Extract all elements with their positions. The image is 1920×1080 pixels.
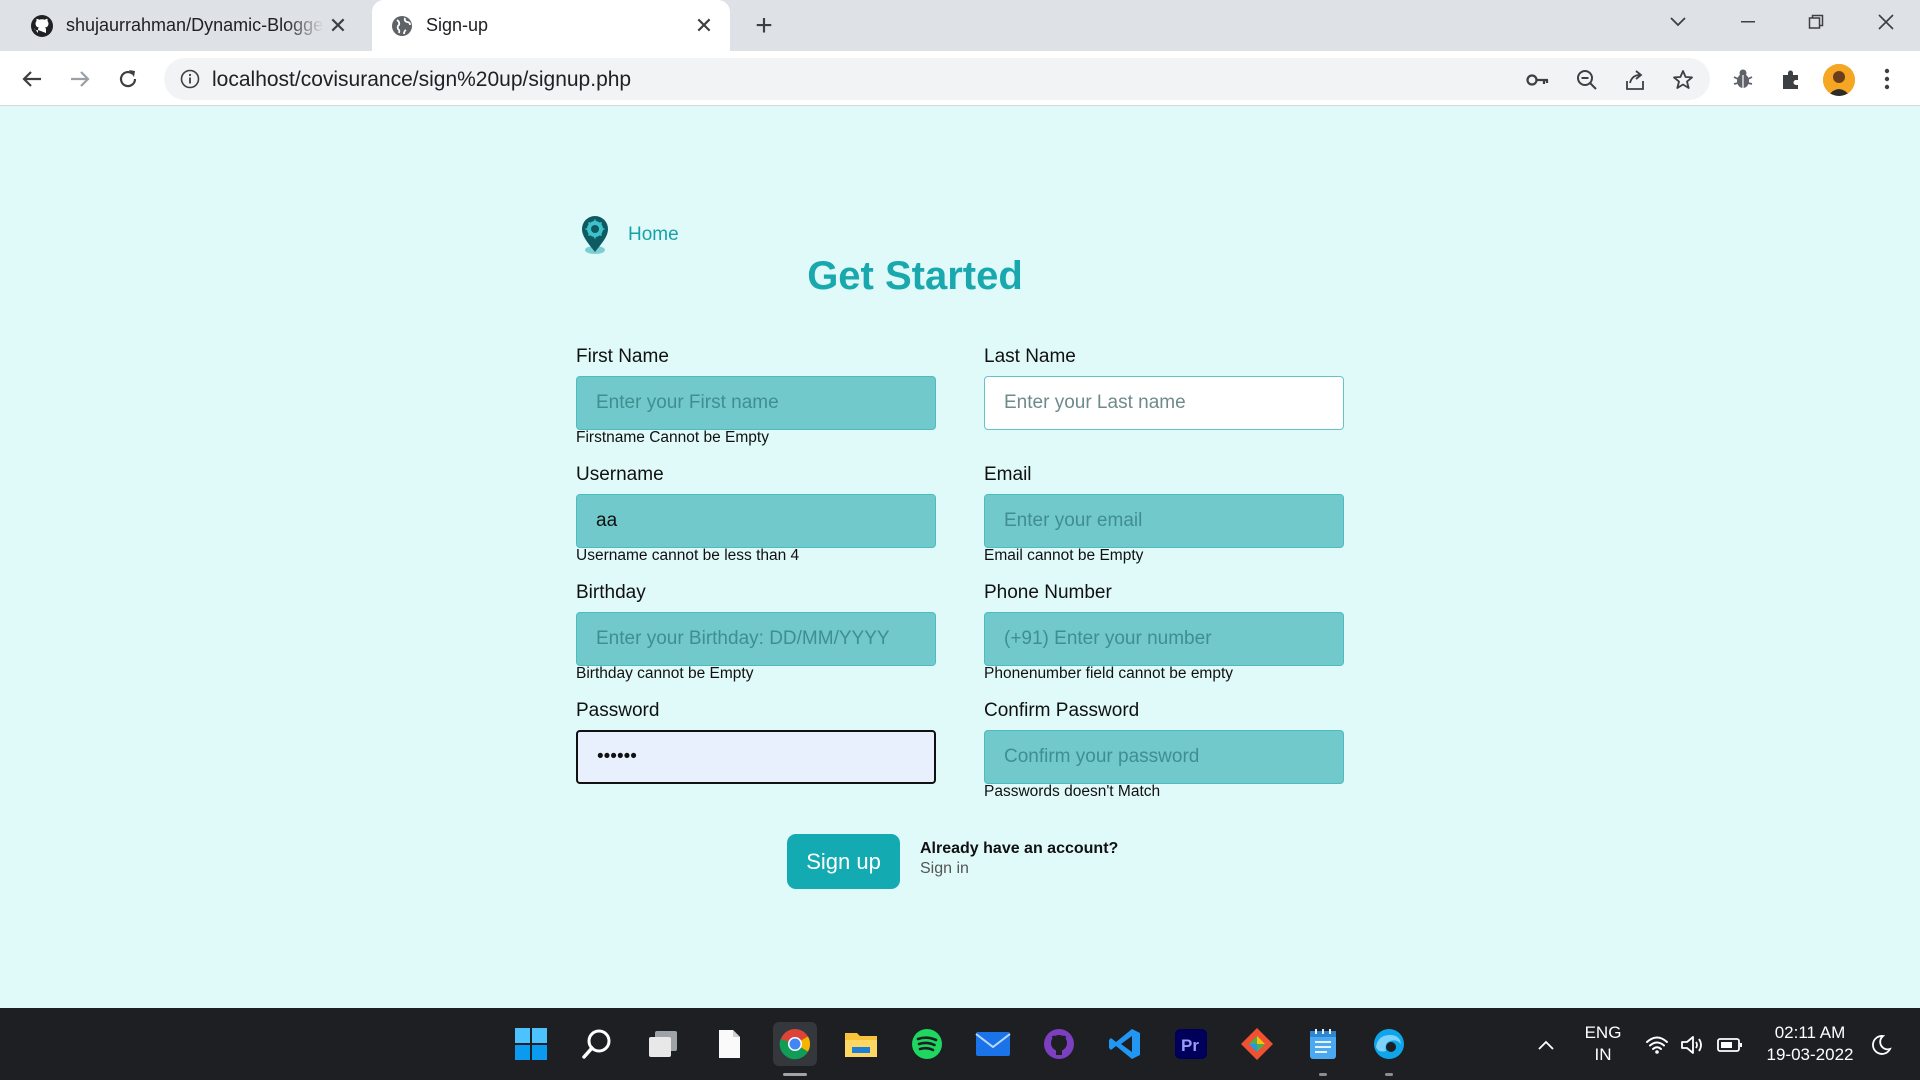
notepad-icon[interactable] [1301, 1022, 1345, 1076]
birthday-label: Birthday [576, 582, 646, 603]
tab-github[interactable]: shujaurrahman/Dynamic-Blogger ✕ [12, 0, 364, 51]
task-view-icon[interactable] [641, 1022, 685, 1066]
birthday-error: Birthday cannot be Empty [576, 665, 754, 682]
spotify-icon[interactable] [905, 1022, 949, 1066]
minimize-icon[interactable] [1728, 6, 1768, 38]
close-tab-icon[interactable]: ✕ [324, 12, 352, 40]
globe-icon [390, 14, 414, 38]
username-input[interactable] [576, 494, 936, 548]
phone-label: Phone Number [984, 582, 1112, 603]
browser-toolbar: localhost/covisurance/sign%20up/signup.p… [0, 51, 1920, 106]
confirm-password-label: Confirm Password [984, 700, 1140, 721]
username-label: Username [576, 464, 664, 485]
confirm-password-input[interactable] [984, 730, 1344, 784]
tab-signup[interactable]: Sign-up ✕ [372, 0, 730, 51]
password-key-icon[interactable] [1525, 67, 1551, 93]
extensions-puzzle-icon[interactable] [1775, 63, 1807, 95]
last-name-input[interactable] [984, 376, 1344, 430]
address-bar[interactable]: localhost/covisurance/sign%20up/signup.p… [164, 58, 1710, 100]
password-label: Password [576, 700, 660, 721]
phone-input[interactable] [984, 612, 1344, 666]
clock[interactable]: 02:11 AM 19-03-2022 [1758, 1022, 1862, 1066]
restore-icon[interactable] [1796, 6, 1836, 38]
battery-icon[interactable] [1717, 1032, 1743, 1058]
phone-error: Phonenumber field cannot be empty [984, 665, 1234, 682]
home-link[interactable]: Home [578, 215, 679, 255]
file-explorer-icon[interactable] [839, 1022, 883, 1066]
volume-icon[interactable] [1680, 1032, 1706, 1058]
close-window-icon[interactable] [1866, 6, 1906, 38]
new-tab-button[interactable]: + [748, 9, 780, 42]
have-account-text: Already have an account? [920, 840, 1119, 857]
back-arrow-icon[interactable] [16, 63, 48, 95]
running-indicator [1385, 1073, 1393, 1076]
tab-title: Sign-up [426, 15, 489, 35]
profile-avatar[interactable] [1823, 64, 1855, 96]
logo-icon [582, 216, 608, 254]
edge-icon[interactable] [1367, 1022, 1411, 1076]
bug-extension-icon[interactable] [1727, 63, 1759, 95]
focus-moon-icon[interactable] [1868, 1032, 1894, 1058]
svg-text:Pr: Pr [1181, 1036, 1199, 1055]
language-indicator[interactable]: ENG IN [1578, 1022, 1628, 1066]
date-text: 19-03-2022 [1766, 1045, 1854, 1064]
github-icon [30, 14, 54, 38]
chrome-icon[interactable] [773, 1022, 817, 1076]
reload-icon[interactable] [112, 63, 144, 95]
more-menu-icon[interactable] [1871, 63, 1903, 95]
email-error: Email cannot be Empty [984, 547, 1144, 564]
bookmark-star-icon[interactable] [1670, 67, 1696, 93]
page-content: Home Get Started First Name Firstname Ca… [0, 107, 1920, 1008]
tab-strip: shujaurrahman/Dynamic-Blogger ✕ Sign-up … [0, 0, 1920, 51]
first-name-label: First Name [576, 346, 669, 367]
forward-arrow-icon[interactable] [64, 63, 96, 95]
home-link-label: Home [628, 224, 679, 245]
email-input[interactable] [984, 494, 1344, 548]
site-info-icon[interactable] [178, 67, 202, 91]
time-text: 02:11 AM [1774, 1023, 1846, 1042]
premiere-pro-icon[interactable]: Pr [1169, 1022, 1213, 1066]
vscode-icon[interactable] [1103, 1022, 1147, 1066]
first-name-error: Firstname Cannot be Empty [576, 429, 769, 446]
region-text: IN [1594, 1045, 1612, 1064]
close-tab-icon[interactable]: ✕ [690, 12, 718, 40]
wifi-icon[interactable] [1644, 1032, 1670, 1058]
mail-icon[interactable] [971, 1022, 1015, 1066]
signup-button[interactable]: Sign up [787, 834, 900, 889]
file-icon[interactable] [707, 1022, 751, 1066]
birthday-input[interactable] [576, 612, 936, 666]
username-error: Username cannot be less than 4 [576, 547, 800, 564]
zoom-out-icon[interactable] [1574, 67, 1600, 93]
email-label: Email [984, 464, 1032, 485]
url-text: localhost/covisurance/sign%20up/signup.p… [212, 68, 632, 91]
page-title: Get Started [807, 254, 1023, 298]
chevron-up-icon[interactable] [1533, 1032, 1559, 1058]
signin-link[interactable]: Sign in [920, 860, 969, 878]
first-name-input[interactable] [576, 376, 936, 430]
share-icon[interactable] [1622, 67, 1648, 93]
password-input[interactable] [576, 730, 936, 784]
taskbar: Pr ENG IN 02:11 AM 19-03-2022 [0, 1008, 1920, 1080]
search-icon[interactable] [575, 1022, 619, 1066]
git-icon[interactable] [1235, 1022, 1279, 1066]
language-text: ENG [1584, 1023, 1622, 1042]
running-indicator [1319, 1073, 1327, 1076]
active-indicator [783, 1073, 807, 1076]
windows-start-icon[interactable] [509, 1022, 553, 1066]
github-desktop-icon[interactable] [1037, 1022, 1081, 1066]
tab-search-icon[interactable] [1658, 6, 1698, 38]
tab-title: shujaurrahman/Dynamic-Blogger [66, 15, 324, 35]
last-name-label: Last Name [984, 346, 1076, 367]
confirm-password-error: Passwords doesn't Match [984, 783, 1161, 800]
